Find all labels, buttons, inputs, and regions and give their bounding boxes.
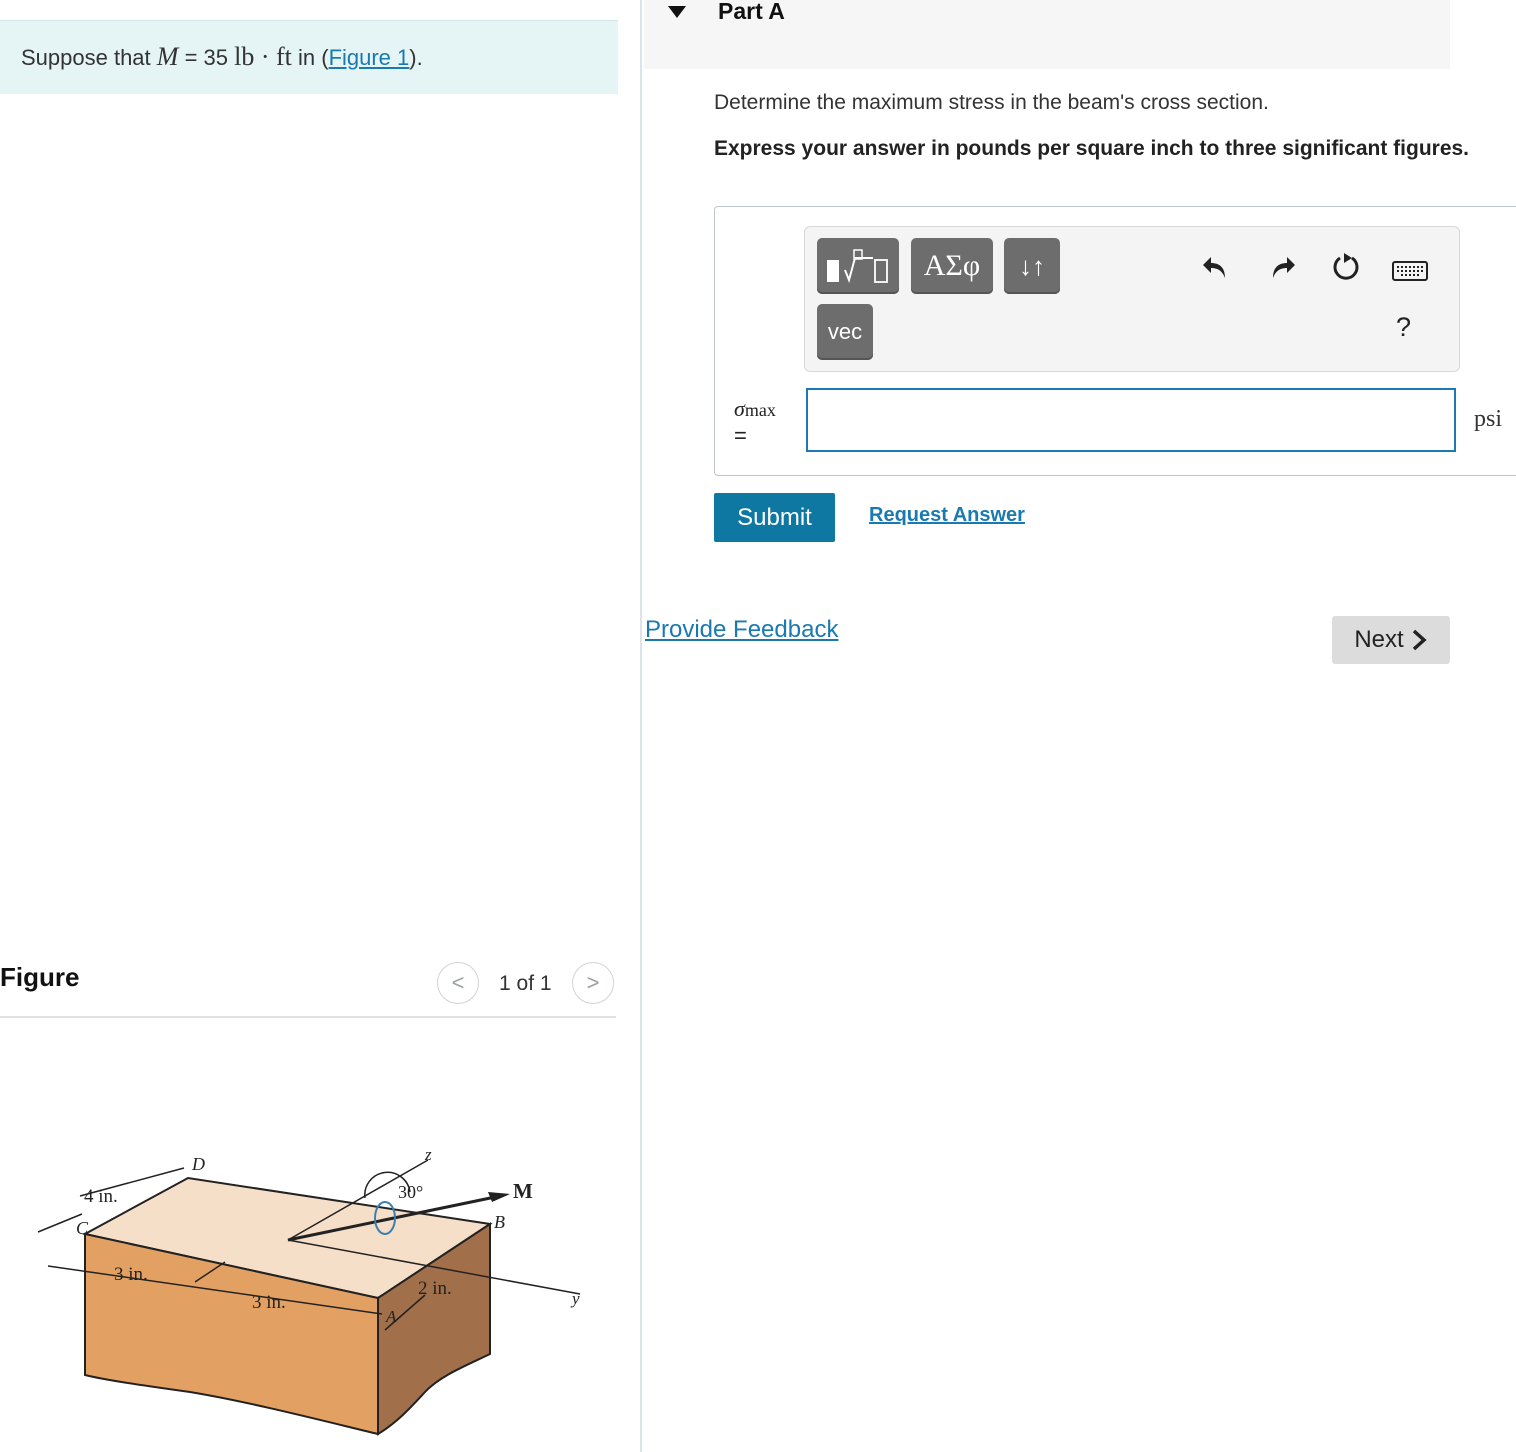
moment-variable: M (156, 42, 179, 71)
previous-figure-button[interactable]: < (437, 962, 479, 1004)
label-4in: 4 in. (84, 1186, 118, 1207)
chevron-right-icon: > (586, 970, 600, 995)
problem-statement: Suppose that M = 35 lb · ft in (Figure 1… (21, 42, 423, 72)
question-text: Determine the maximum stress in the beam… (714, 91, 1269, 114)
figure-link[interactable]: Figure 1 (329, 45, 410, 70)
sigma-symbol: σ (734, 396, 745, 421)
label-point-b: B (494, 1212, 505, 1232)
moment-arrowhead (488, 1192, 510, 1202)
provide-feedback-link[interactable]: Provide Feedback (645, 616, 838, 644)
reset-icon[interactable] (1326, 247, 1366, 287)
label-3in-mid: 3 in. (252, 1292, 286, 1313)
next-label: Next (1354, 626, 1404, 653)
label-point-c: C (76, 1218, 89, 1238)
submit-button[interactable]: Submit (714, 493, 835, 542)
beam-figure: 4 in. C D 3 in. 3 in. A 2 in. z 30° M B … (37, 1145, 581, 1436)
arrows-label: ↓↑ (1019, 250, 1045, 281)
label-axis-z: z (424, 1145, 432, 1164)
undo-icon[interactable] (1196, 247, 1236, 287)
answer-variable-label: σmax = (734, 396, 776, 449)
templates-icon (827, 249, 888, 284)
figure-divider (0, 1016, 616, 1018)
next-figure-button[interactable]: > (572, 962, 614, 1004)
keyboard-icon[interactable] (1390, 250, 1430, 290)
label-3in-left: 3 in. (114, 1264, 148, 1285)
moment-units: lb · ft (234, 42, 292, 71)
problem-prefix: Suppose that (21, 45, 157, 70)
greek-symbols-button[interactable]: ΑΣφ (911, 238, 993, 294)
help-icon[interactable]: ? (1396, 312, 1411, 343)
collapse-caret-icon[interactable] (668, 6, 686, 18)
panel-divider (640, 0, 642, 1452)
templates-button[interactable] (817, 238, 899, 294)
figure-title: Figure (0, 962, 80, 992)
sigma-subscript: max (744, 400, 776, 420)
equals-sign: = (734, 423, 747, 448)
label-angle: 30° (398, 1182, 423, 1202)
chevron-left-icon: < (451, 970, 465, 995)
vec-label: vec (827, 319, 863, 344)
label-point-d: D (191, 1154, 205, 1174)
moment-value: = 35 (178, 45, 235, 70)
vector-button[interactable]: vec (817, 304, 873, 360)
label-axis-y: y (570, 1289, 580, 1308)
label-point-a: A (385, 1307, 397, 1326)
unit-label: psi (1474, 406, 1503, 432)
next-button[interactable]: Next (1332, 616, 1450, 664)
figure-pager-text: 1 of 1 (499, 972, 552, 995)
answer-input[interactable] (806, 388, 1456, 452)
label-2in: 2 in. (418, 1278, 452, 1299)
request-answer-link[interactable]: Request Answer (869, 504, 1025, 527)
problem-suffix: ). (409, 45, 423, 70)
redo-icon[interactable] (1262, 247, 1302, 287)
problem-middle: in ( (291, 45, 329, 70)
greek-label: ΑΣφ (923, 249, 981, 282)
instruction-text: Express your answer in pounds per square… (714, 137, 1470, 160)
chevron-right-icon (1412, 629, 1427, 651)
arrows-button[interactable]: ↓↑ (1004, 238, 1060, 294)
label-moment: M (513, 1179, 533, 1203)
part-a-title: Part A (718, 0, 785, 24)
